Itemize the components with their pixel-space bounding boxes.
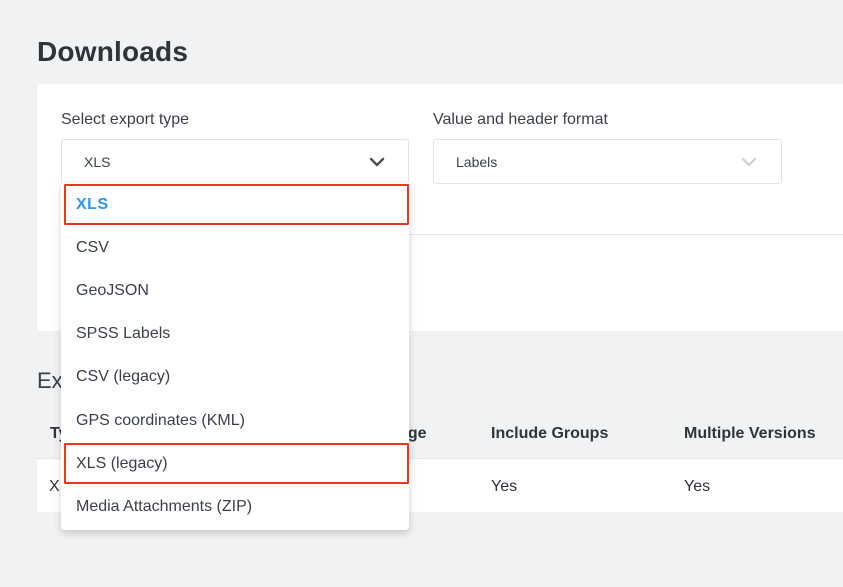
chevron-down-icon	[741, 155, 757, 171]
dropdown-option-csv[interactable]: CSV	[61, 226, 409, 269]
dropdown-option-geojson[interactable]: GeoJSON	[61, 269, 409, 312]
row-multiple-versions: Yes	[684, 478, 711, 495]
dropdown-option-label: CSV (legacy)	[76, 368, 171, 385]
chevron-down-icon	[369, 155, 385, 171]
dropdown-option-label: SPSS Labels	[76, 325, 171, 342]
dropdown-option-label: Media Attachments (ZIP)	[76, 498, 253, 515]
dropdown-option-label: CSV	[76, 239, 109, 256]
header-include-groups: Include Groups	[491, 425, 609, 442]
format-label: Value and header format	[433, 111, 608, 128]
page-title: Downloads	[37, 36, 189, 67]
format-select[interactable]: Labels	[433, 139, 782, 184]
dropdown-option-label: XLS (legacy)	[76, 455, 168, 472]
dropdown-option-spss-labels[interactable]: SPSS Labels	[61, 312, 409, 355]
dropdown-option-label: XLS	[76, 196, 109, 213]
dropdown-option-xls-legacy[interactable]: XLS (legacy)	[61, 442, 409, 485]
dropdown-option-csv-legacy[interactable]: CSV (legacy)	[61, 355, 409, 398]
export-type-select[interactable]: XLS	[61, 139, 409, 184]
row-include-groups: Yes	[491, 478, 518, 495]
dropdown-option-gps-kml[interactable]: GPS coordinates (KML)	[61, 399, 409, 442]
format-value: Labels	[456, 154, 498, 170]
card-divider	[409, 234, 843, 235]
dropdown-option-label: GPS coordinates (KML)	[76, 412, 245, 429]
dropdown-option-media-zip[interactable]: Media Attachments (ZIP)	[61, 485, 409, 528]
export-type-dropdown-menu: XLS CSV GeoJSON SPSS Labels CSV (legacy)…	[61, 183, 409, 530]
exports-section-title: Ex	[37, 368, 63, 393]
row-type: X	[49, 478, 60, 495]
header-multiple-versions: Multiple Versions	[684, 425, 816, 442]
export-type-label: Select export type	[61, 111, 190, 128]
dropdown-option-xls[interactable]: XLS	[61, 183, 409, 226]
dropdown-option-label: GeoJSON	[76, 282, 149, 299]
export-type-value: XLS	[84, 154, 111, 170]
